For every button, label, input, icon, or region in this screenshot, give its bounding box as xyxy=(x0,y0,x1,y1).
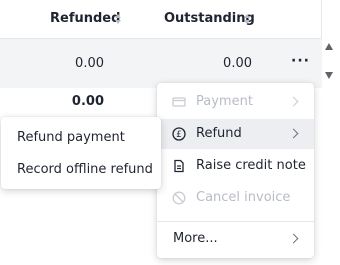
card-icon xyxy=(172,95,186,109)
scroll-down-arrow-icon[interactable] xyxy=(325,72,333,79)
pound-coin-icon: £ xyxy=(172,127,186,141)
menu-item-more[interactable]: More... xyxy=(157,224,314,254)
menu-item-cancel-invoice[interactable]: Cancel invoice xyxy=(157,183,314,213)
column-divider xyxy=(321,0,322,38)
menu-item-label: Cancel invoice xyxy=(196,190,291,205)
submenu-item-label: Refund payment xyxy=(17,130,125,145)
row-actions-button[interactable]: ··· xyxy=(291,53,310,69)
document-icon xyxy=(172,159,186,173)
row-actions-menu: Payment £ Refund Raise credit note Cance… xyxy=(157,83,314,258)
submenu-item-label: Record offline refund xyxy=(17,162,153,177)
scroll-up-arrow-icon[interactable] xyxy=(325,43,333,50)
cancel-icon xyxy=(172,191,186,205)
table-header: Refunded Outstanding xyxy=(0,0,322,38)
menu-item-label: Refund xyxy=(196,126,242,141)
menu-item-payment[interactable]: Payment xyxy=(157,87,314,117)
refunded-cell: 0.00 xyxy=(75,56,104,71)
refunded-total: 0.00 xyxy=(71,94,104,109)
table-row: 0.00 0.00 ··· xyxy=(0,38,322,88)
svg-text:£: £ xyxy=(176,130,181,140)
chevron-right-icon xyxy=(288,96,299,107)
menu-item-label: Raise credit note xyxy=(196,158,306,173)
menu-item-raise-credit-note[interactable]: Raise credit note xyxy=(157,151,314,181)
chevron-right-icon xyxy=(288,233,299,244)
outstanding-cell: 0.00 xyxy=(223,56,252,71)
menu-divider xyxy=(157,221,314,222)
submenu-item-record-offline-refund[interactable]: Record offline refund xyxy=(1,155,161,185)
column-header-refunded[interactable]: Refunded xyxy=(50,11,120,26)
column-header-outstanding[interactable]: Outstanding xyxy=(164,11,255,26)
sort-icon[interactable] xyxy=(114,14,122,26)
chevron-right-icon xyxy=(288,128,299,139)
sort-icon[interactable] xyxy=(243,14,251,26)
menu-item-label: Payment xyxy=(196,94,253,109)
submenu-item-refund-payment[interactable]: Refund payment xyxy=(1,123,161,153)
menu-item-refund[interactable]: £ Refund xyxy=(157,119,314,149)
menu-item-label: More... xyxy=(173,231,218,246)
scrollbar[interactable] xyxy=(322,38,336,88)
refund-submenu: Refund payment Record offline refund xyxy=(1,117,161,189)
